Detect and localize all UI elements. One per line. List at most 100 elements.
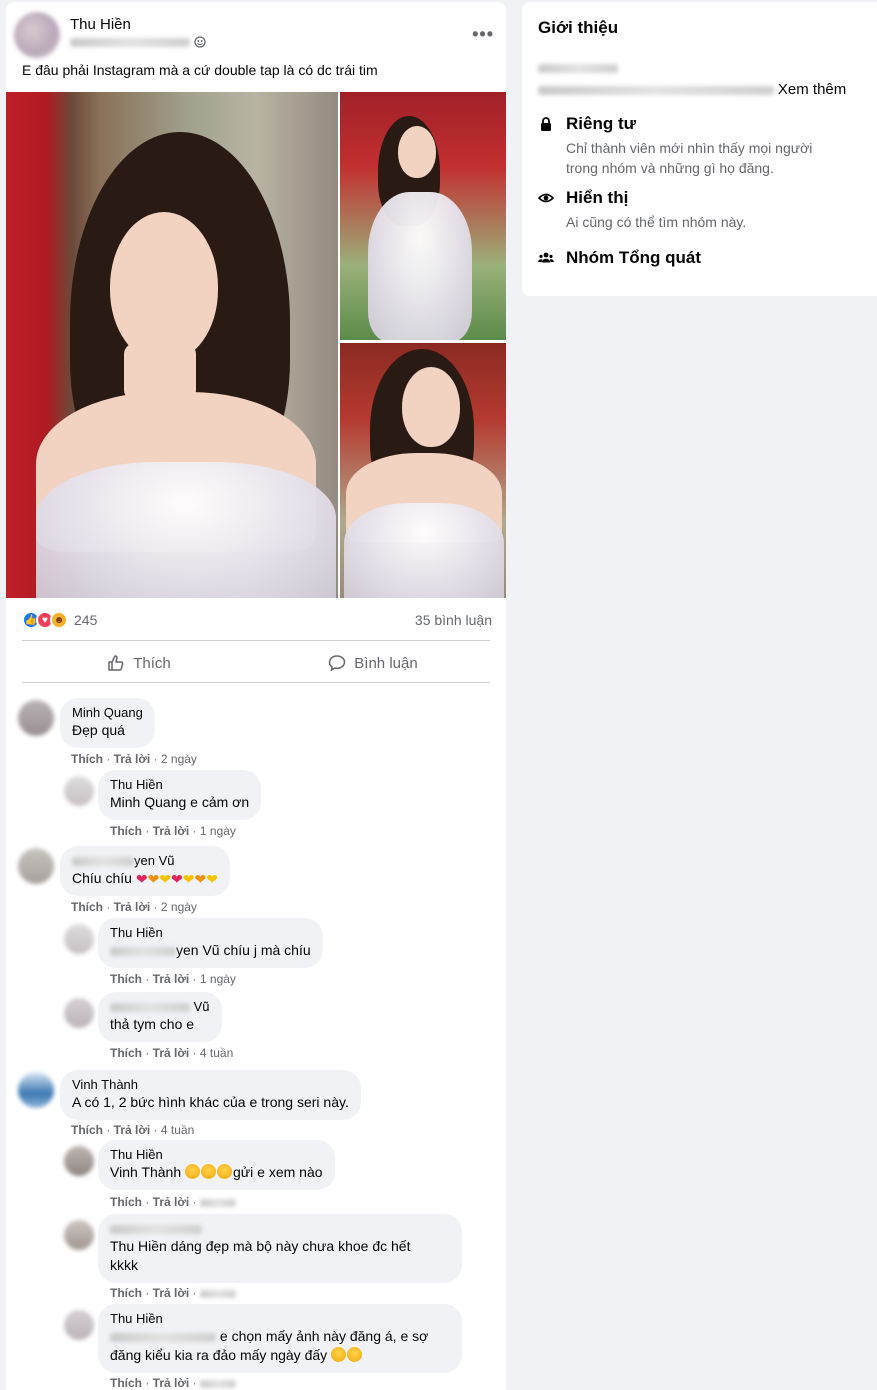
post-header: Thu Hiền ••• [14, 10, 498, 58]
see-more-link[interactable]: Xem thêm [778, 81, 846, 98]
commenter-avatar[interactable] [18, 700, 54, 736]
comment-bubble: Thu Hiền yen Vũ chíu j mà chíu [98, 918, 323, 968]
comment-meta: Thích · Trả lời · 4 tuần [110, 1046, 234, 1060]
about-title: Giới thiệu [538, 18, 619, 37]
commenter-name[interactable]: Vinh Thành [72, 1077, 349, 1093]
comment-like-link[interactable]: Thích [110, 1195, 142, 1209]
comment-bubble: Thu Hiền dáng đẹp mà bộ này chưa khoe đc… [98, 1214, 462, 1283]
like-button-label: Thích [133, 654, 171, 672]
post-timestamp[interactable] [70, 36, 206, 48]
comment-like-link[interactable]: Thích [110, 824, 142, 838]
comment-like-link[interactable]: Thích [110, 972, 142, 986]
comment-text: Minh Quang e cảm ơn [110, 794, 250, 810]
commenter-avatar[interactable] [64, 1310, 94, 1340]
comment-time[interactable]: 2 ngày [161, 900, 197, 914]
comment-like-link[interactable]: Thích [71, 900, 103, 914]
group-type-label: Nhóm Tổng quát [566, 248, 702, 267]
comment-time[interactable]: 1 ngày [200, 972, 236, 986]
comment: Vinh Thành A có 1, 2 bức hình khác của e… [18, 1068, 498, 1140]
mention-tag[interactable] [110, 1332, 216, 1342]
comment-text: yen Vũ chíu j mà chíu [110, 941, 311, 960]
comment-reply-link[interactable]: Trả lời [153, 1195, 190, 1209]
privacy-label: Riêng tư [566, 114, 636, 133]
commenter-name[interactable]: Vũ [110, 999, 210, 1015]
visibility-label: Hiển thị [566, 188, 629, 207]
commenter-avatar[interactable] [64, 1220, 94, 1250]
comment-text: Đẹp quá [72, 722, 125, 738]
comment-meta: Thích · Trả lời · [110, 1286, 236, 1300]
comment-meta: Thích · Trả lời · 1 ngày [110, 824, 236, 838]
comment-reply-link[interactable]: Trả lời [153, 1286, 190, 1300]
mention-tag[interactable] [110, 946, 176, 956]
more-horizontal-icon[interactable]: ••• [472, 24, 494, 45]
mention-tag[interactable]: Vinh Thành [110, 1164, 181, 1180]
commenter-name[interactable]: Thu Hiền [110, 1147, 323, 1163]
mention-tag[interactable]: Thu Hiền [110, 1238, 167, 1254]
haha-reaction-icon[interactable]: ☻ [50, 611, 68, 629]
post-photo-2[interactable] [340, 92, 506, 340]
commenter-name[interactable]: Thu Hiền [110, 925, 311, 941]
comment-bubble: Vinh Thành A có 1, 2 bức hình khác của e… [60, 1070, 361, 1120]
commenter-avatar[interactable] [64, 776, 94, 806]
comment-like-link[interactable]: Thích [71, 752, 103, 766]
about-description: Xem thêm [538, 56, 868, 101]
red-heart-icon: ❤ [135, 871, 148, 887]
commenter-name[interactable] [110, 1221, 450, 1237]
post-photo-3[interactable] [340, 343, 506, 598]
commenter-name[interactable]: Minh Quang [72, 705, 143, 721]
commenter-avatar[interactable] [64, 1146, 94, 1176]
comment-button-label: Bình luận [354, 654, 418, 672]
comment-reply-link[interactable]: Trả lời [153, 1046, 190, 1060]
comment: yen Vũ Chíu chíu ❤❤❤❤❤❤❤ Thích · Trả lời… [18, 844, 498, 916]
like-button[interactable]: Thích [22, 644, 256, 682]
people-icon [538, 252, 554, 263]
comment-reply: Thu Hiền e chọn mấy ảnh này đăng á, e sợ… [62, 1302, 492, 1390]
comment-meta: Thích · Trả lời · [110, 1195, 236, 1209]
commenter-avatar[interactable] [18, 848, 54, 884]
reaction-count[interactable]: 245 [74, 612, 97, 628]
comment-time[interactable]: 2 ngày [161, 752, 197, 766]
comment-reply-link[interactable]: Trả lời [114, 752, 151, 766]
commenter-name[interactable]: yen Vũ [72, 853, 218, 869]
commenter-name[interactable]: Thu Hiền [110, 1311, 450, 1327]
post-stats: 👍 ♥ ☻ 245 35 bình luận [22, 608, 492, 632]
comment-time[interactable]: 1 ngày [200, 824, 236, 838]
comment-like-link[interactable]: Thích [71, 1123, 103, 1137]
divider [22, 682, 490, 683]
comment-time[interactable]: 4 tuần [161, 1123, 194, 1137]
comment-time[interactable] [199, 1379, 236, 1388]
comment-reply-link[interactable]: Trả lời [153, 1376, 190, 1390]
comment-reply: Thu Hiền Vinh Thành gửi e xem nào Thích … [62, 1138, 492, 1210]
post-actions: Thích Bình luận [22, 644, 490, 682]
comment-reply-link[interactable]: Trả lời [153, 972, 190, 986]
comment-count[interactable]: 35 bình luận [415, 612, 492, 628]
comment-reply-link[interactable]: Trả lời [114, 900, 151, 914]
comment-text: Chíu chíu ❤❤❤❤❤❤❤ [72, 870, 218, 887]
comment-like-link[interactable]: Thích [110, 1286, 142, 1300]
commenter-avatar[interactable] [64, 924, 94, 954]
commenter-name[interactable]: Thu Hiền [110, 777, 249, 793]
post-photo-main[interactable] [6, 92, 338, 598]
comment-reply-link[interactable]: Trả lời [114, 1123, 151, 1137]
relieved-face-icon [331, 1347, 347, 1362]
commenter-avatar[interactable] [64, 998, 94, 1028]
comment-time[interactable] [199, 1289, 236, 1298]
comment-text: e chọn mấy ảnh này đăng á, e sợ đăng kiểu… [110, 1328, 429, 1363]
comment-time[interactable] [199, 1198, 236, 1207]
comment-button[interactable]: Bình luận [256, 644, 490, 682]
author-avatar[interactable] [14, 12, 60, 58]
mention-tag[interactable]: Minh Quang [110, 794, 186, 810]
comment-reply-link[interactable]: Trả lời [153, 824, 190, 838]
commenter-avatar[interactable] [18, 1072, 54, 1108]
post-text: E đâu phải Instagram mà a cứ double tap … [22, 62, 378, 78]
author-name[interactable]: Thu Hiền [70, 16, 131, 33]
comment-meta: Thích · Trả lời · 1 ngày [110, 972, 236, 986]
comment-text: A có 1, 2 bức hình khác của e trong seri… [72, 1094, 349, 1110]
comment-like-link[interactable]: Thích [110, 1376, 142, 1390]
comment-meta: Thích · Trả lời · 2 ngày [71, 752, 197, 766]
comment-like-link[interactable]: Thích [110, 1046, 142, 1060]
comment-bubble: Vũ thả tym cho e [98, 992, 222, 1042]
orange-heart-icon: ❤ [194, 871, 207, 887]
comment-bubble: Thu Hiền e chọn mấy ảnh này đăng á, e sợ… [98, 1304, 462, 1373]
comment-time[interactable]: 4 tuần [200, 1046, 233, 1060]
